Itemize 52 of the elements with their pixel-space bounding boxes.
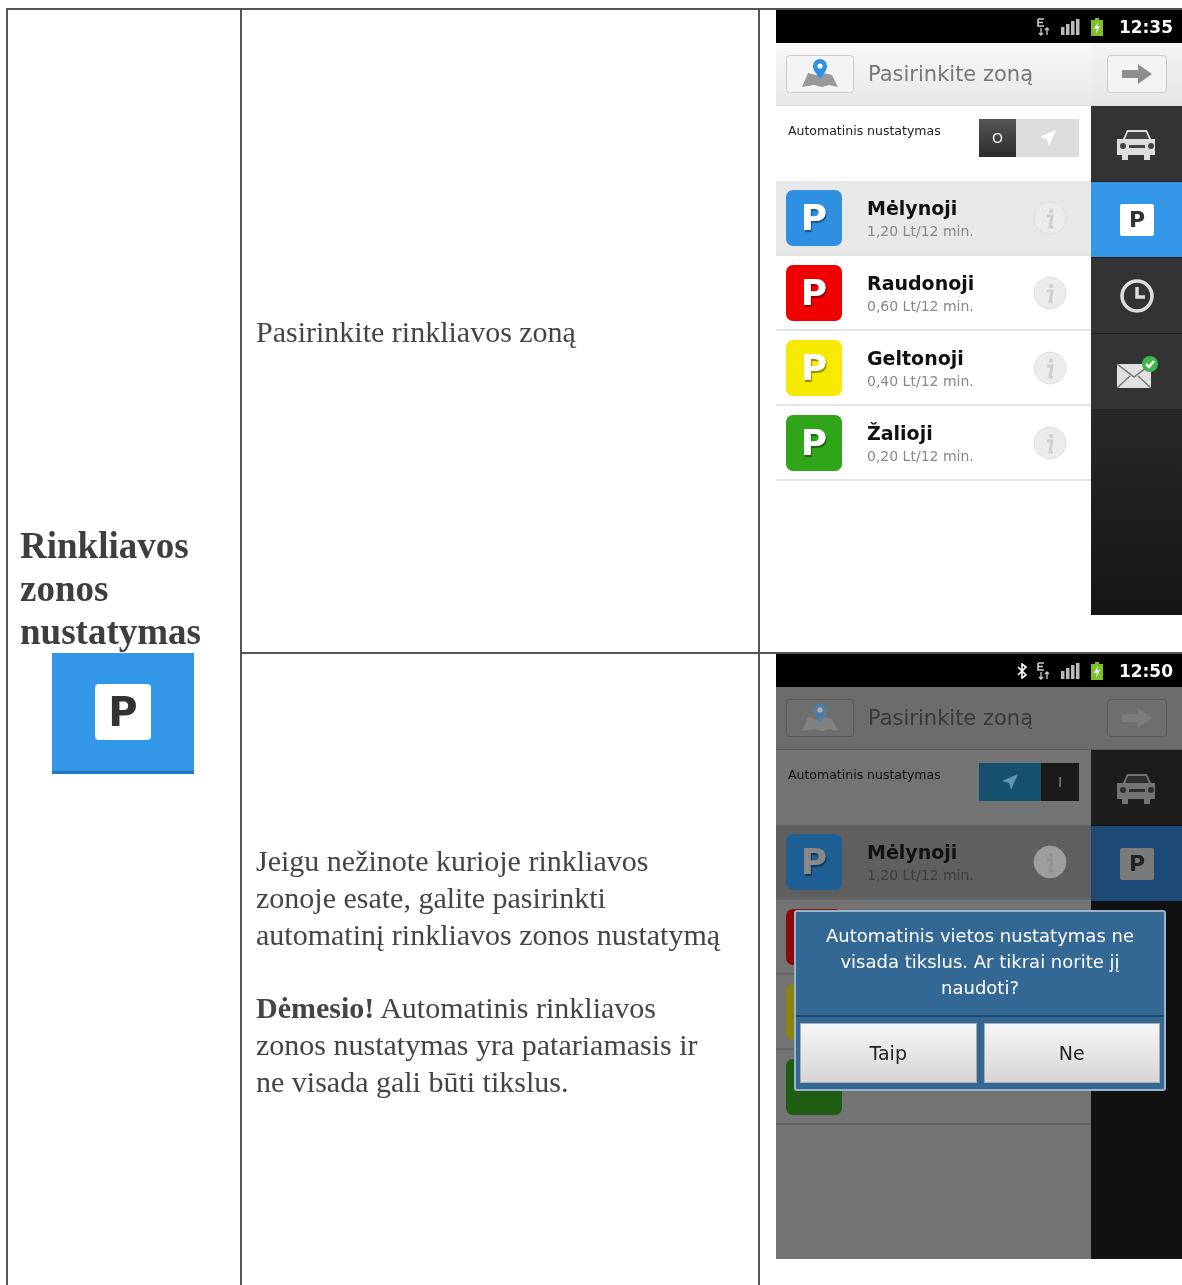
parking-zone-icon: P [786, 833, 842, 890]
info-icon[interactable] [1033, 350, 1067, 385]
clock-time: 12:50 [1118, 660, 1173, 681]
zone-price: 0,40 Lt/12 min. [867, 372, 975, 389]
zone-name: Geltonoji [867, 346, 965, 369]
parking-zone-icon: P [786, 414, 842, 471]
description-paragraph: Dėmesio! Automatinis rinkliavos zonos nustatymas yra patariamasis ir ne visada gali būti tikslus. [256, 989, 699, 1100]
next-button[interactable] [1107, 699, 1167, 737]
auto-detect-label: Automatinis nustatymas [788, 767, 941, 782]
map-pin-icon [799, 59, 841, 89]
zone-name: Mėlynoji [867, 840, 959, 863]
battery-charging-icon [1090, 661, 1103, 680]
auto-detect-label: Automatinis nustatymas [788, 123, 941, 138]
info-icon[interactable] [1033, 200, 1067, 235]
clock-tab[interactable] [1091, 258, 1182, 334]
clock-icon [1119, 277, 1155, 314]
zone-name: Žalioji [867, 421, 934, 444]
clock-time: 12:35 [1118, 16, 1173, 37]
right-arrow-icon [1122, 64, 1152, 84]
battery-charging-icon [1090, 17, 1103, 36]
zone-price: 0,60 Lt/12 min. [867, 297, 975, 314]
zone-price: 0,20 Lt/12 min. [867, 447, 975, 464]
map-pin-icon [799, 703, 841, 733]
signal-icon [1060, 662, 1081, 679]
data-arrows-icon [1036, 17, 1051, 36]
data-arrows-icon [1036, 661, 1051, 680]
zone-price: 1,20 Lt/12 min. [867, 222, 975, 239]
zone-name: Raudonoji [867, 271, 976, 294]
parking-tab[interactable]: P [1091, 826, 1182, 902]
parking-zone-icon: P [786, 264, 842, 321]
signal-icon [1060, 18, 1081, 35]
section-heading: Rinkliavos zonos nustatymas [20, 523, 202, 653]
info-icon[interactable] [1033, 275, 1067, 310]
dialog-button[interactable]: Taip [800, 1023, 977, 1083]
info-icon[interactable] [1033, 425, 1067, 460]
parking-icon: P [52, 652, 194, 774]
dialog-message: Automatinis vietos nustatymas ne visada tikslus. Ar tikrai norite jį naudoti? [796, 912, 1164, 1017]
navigation-arrow-icon [1038, 129, 1057, 147]
description-paragraph: Pasirinkite rinkliavos zoną [256, 313, 576, 350]
zone-name: Mėlynoji [867, 196, 959, 219]
envelope-check-icon [1116, 354, 1158, 389]
parking-tab[interactable]: P [1091, 182, 1182, 258]
mail-tab[interactable] [1091, 334, 1182, 410]
map-button[interactable] [786, 699, 854, 737]
zone-list-item[interactable]: P Mėlynoji 1,20 Lt/12 min. [776, 181, 1091, 256]
navigation-arrow-icon [1001, 773, 1019, 791]
description-paragraph: Jeigu nežinote kurioje rinkliavos zonoje esate, galite pasirinkti automatinį rinkliavos zonos nustatymą [256, 842, 722, 953]
info-icon[interactable] [1033, 844, 1067, 879]
parking-zone-icon: P [786, 189, 842, 246]
dialog-button[interactable]: Ne [983, 1023, 1160, 1083]
zone-title: Pasirinkite zoną [868, 62, 1034, 86]
parking-zone-icon: P [786, 339, 842, 396]
